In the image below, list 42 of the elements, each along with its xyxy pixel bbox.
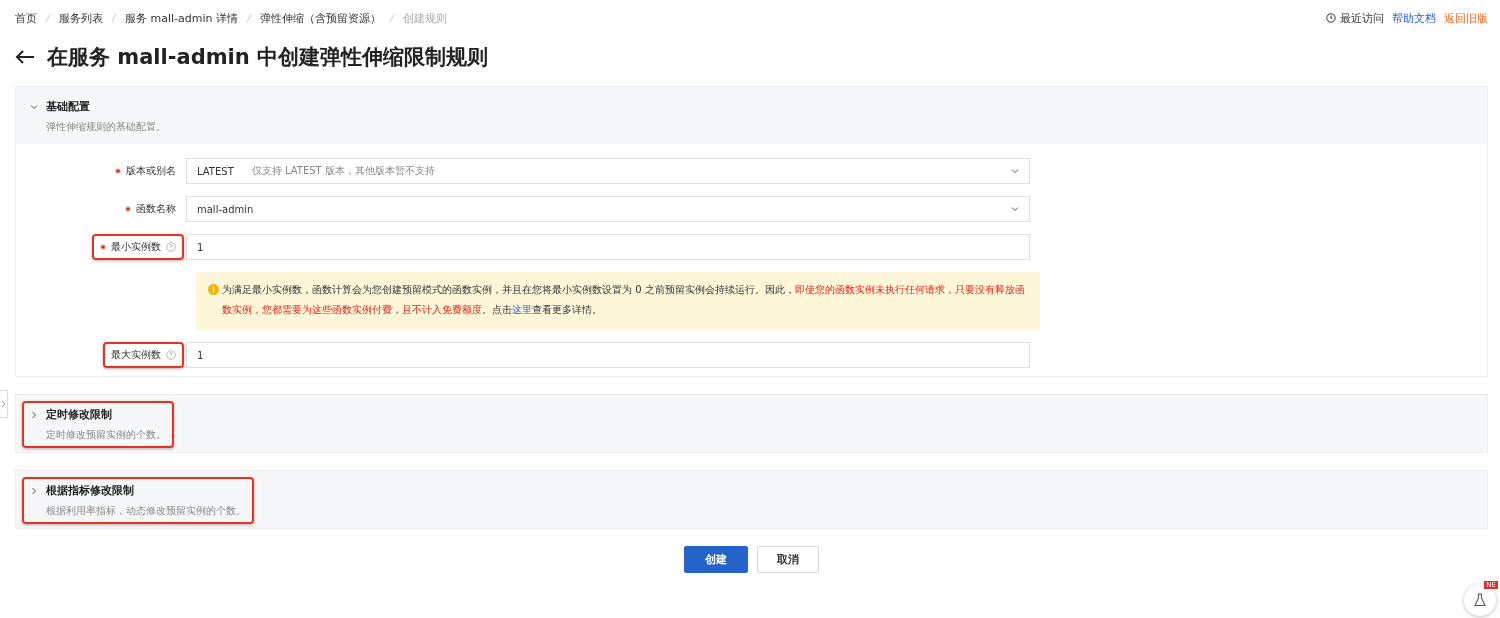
section-description: 弹性伸缩规则的基础配置。 bbox=[46, 120, 166, 134]
section-title[interactable]: 定时修改限制 bbox=[46, 407, 112, 422]
slash-separator-icon bbox=[111, 13, 117, 23]
select-field[interactable]: mall-admin bbox=[186, 196, 1030, 222]
page-title: 在服务 mall-admin 中创建弹性伸缩限制规则 bbox=[47, 44, 489, 71]
clock-icon bbox=[1326, 13, 1336, 23]
flask-icon bbox=[1473, 593, 1487, 607]
field-label: 函数名称 bbox=[125, 202, 176, 216]
slash-separator-icon bbox=[45, 13, 51, 23]
help-icon[interactable] bbox=[166, 350, 176, 360]
back-arrow-icon[interactable] bbox=[15, 49, 35, 65]
input-field[interactable]: 1 bbox=[186, 234, 1030, 260]
help-icon[interactable] bbox=[166, 242, 176, 252]
details-link[interactable]: 这里 bbox=[512, 304, 532, 315]
chevron-right-icon bbox=[30, 410, 38, 419]
breadcrumb-link[interactable]: 弹性伸缩（含预留资源） bbox=[260, 10, 381, 26]
cancel-button[interactable]: 取消 bbox=[757, 546, 819, 573]
chevron-right-icon bbox=[30, 486, 38, 495]
select-field[interactable]: LATEST 仅支持 LATEST 版本，其他版本暂不支持 bbox=[186, 158, 1030, 184]
chevron-right-icon bbox=[1, 400, 6, 408]
chevron-down-icon bbox=[30, 102, 38, 111]
chevron-down-icon bbox=[1011, 167, 1019, 175]
help-docs-link[interactable]: 帮助文档 bbox=[1392, 10, 1436, 26]
field-label: 最小实例数 bbox=[100, 240, 176, 254]
chevron-down-icon bbox=[1011, 205, 1019, 213]
recent-visits-link[interactable]: 最近访问 bbox=[1326, 10, 1384, 26]
breadcrumb-link[interactable]: 服务 mall-admin 详情 bbox=[125, 10, 238, 26]
field-label: 版本或别名 bbox=[115, 164, 176, 178]
section-title[interactable]: 基础配置 bbox=[46, 99, 90, 114]
section-description: 定时修改预留实例的个数。 bbox=[46, 428, 166, 442]
create-button[interactable]: 创建 bbox=[684, 546, 748, 573]
slash-separator-icon bbox=[389, 13, 395, 23]
breadcrumb-link[interactable]: 服务列表 bbox=[59, 10, 103, 26]
sidebar-toggle[interactable] bbox=[0, 390, 8, 418]
section-description: 根据利用率指标，动态修改预留实例的个数。 bbox=[46, 504, 246, 518]
section-title[interactable]: 根据指标修改限制 bbox=[46, 483, 134, 498]
field-label: 最大实例数 bbox=[111, 348, 176, 362]
slash-separator-icon bbox=[246, 13, 252, 23]
warning-icon bbox=[208, 284, 219, 295]
input-field[interactable]: 1 bbox=[186, 342, 1030, 368]
breadcrumb-link[interactable]: 首页 bbox=[15, 10, 37, 26]
notice-text: 为满足最小实例数，函数计算会为您创建预留模式的函数实例，并且在您将最小实例数设置为 0 之前预留实例会持续运行。因此，即使您的函数实例未执行任何请求，只要没有释放函数实例，您都需要为这些函数实例付费，且不计入免费额度。点击这里查看更多详情。 bbox=[222, 283, 1026, 317]
